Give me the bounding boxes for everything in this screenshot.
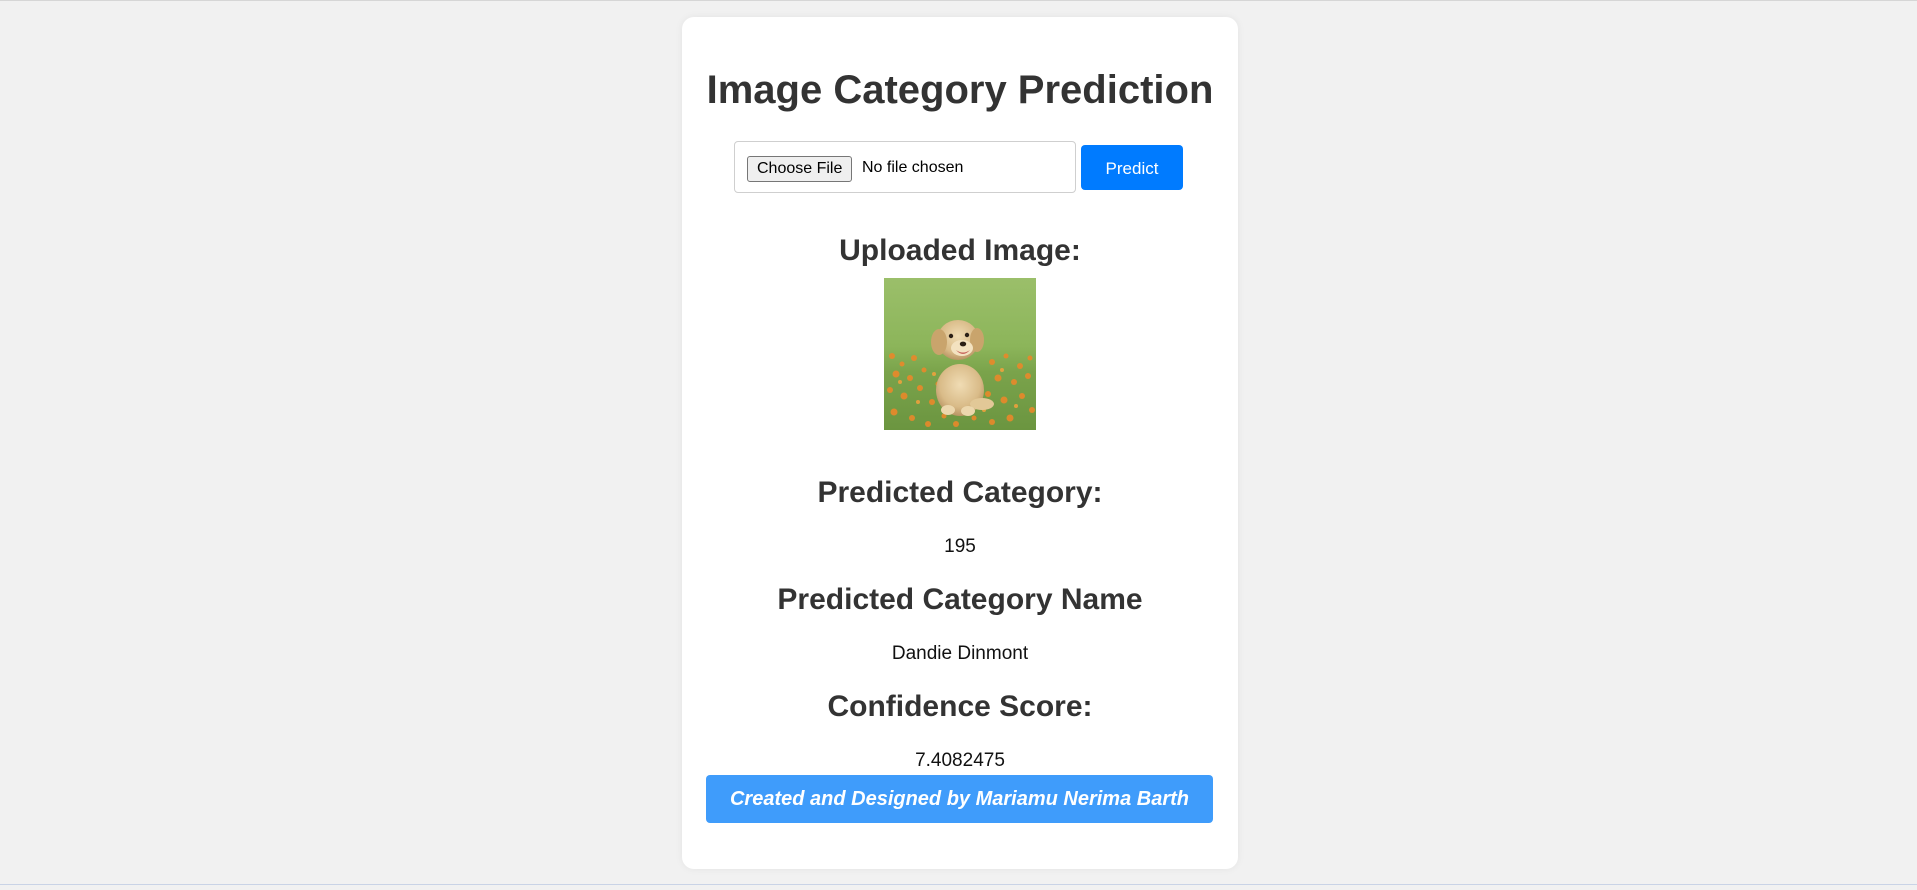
file-status-text: No file chosen — [862, 159, 964, 176]
upload-form: Choose File No file chosen Predict — [734, 141, 1186, 195]
puppy-photo — [884, 278, 1036, 430]
page-title: Image Category Prediction — [706, 68, 1214, 112]
footer-credit: Created and Designed by Mariamu Nerima B… — [706, 775, 1213, 823]
confidence-score-heading: Confidence Score: — [827, 690, 1093, 723]
confidence-score-value: 7.4082475 — [915, 750, 1005, 771]
uploaded-image-preview — [884, 278, 1036, 430]
window-top-border — [0, 0, 1917, 1]
uploaded-image-heading: Uploaded Image: — [839, 234, 1081, 267]
predicted-category-value: 195 — [944, 536, 976, 557]
window-bottom-border — [0, 884, 1917, 890]
file-input[interactable]: Choose File No file chosen — [734, 141, 1076, 193]
prediction-card: Image Category Prediction Choose File No… — [682, 17, 1238, 869]
predicted-category-heading: Predicted Category: — [817, 476, 1103, 509]
predicted-category-name-heading: Predicted Category Name — [777, 583, 1143, 616]
predicted-category-name-value: Dandie Dinmont — [891, 643, 1029, 664]
predict-button[interactable]: Predict — [1081, 145, 1183, 190]
choose-file-button[interactable]: Choose File — [747, 156, 853, 182]
